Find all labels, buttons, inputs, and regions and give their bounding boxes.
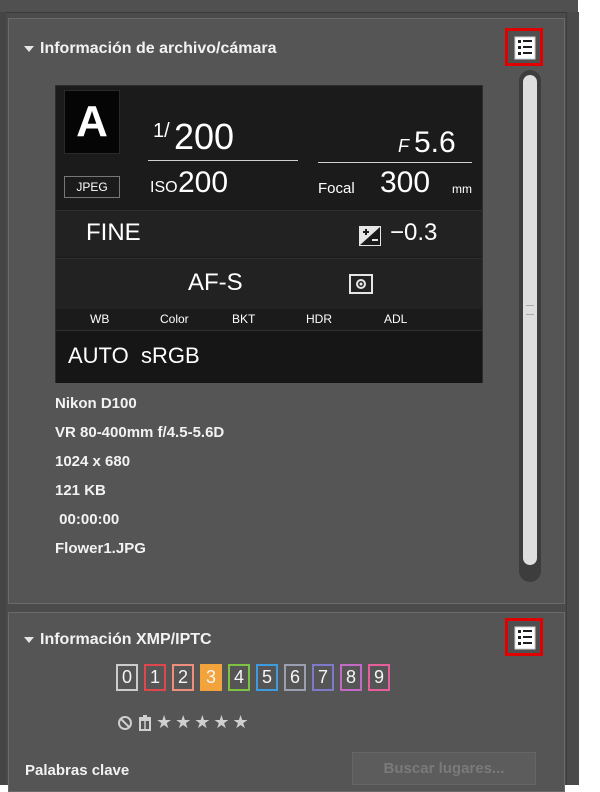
scrollbar-thumb[interactable] [523, 75, 537, 565]
focus-mode: AF-S [188, 269, 243, 296]
camera-model: Nikon D100 [55, 395, 137, 412]
panel-detail-button[interactable] [505, 618, 543, 656]
frame-top-bar [0, 0, 578, 13]
focal-unit: mm [452, 182, 472, 196]
color-space-value: sRGB [141, 343, 200, 368]
reject-trash-icon[interactable] [138, 715, 152, 731]
lens-info: VR 80-400mm f/4.5-5.6D [55, 424, 225, 441]
exposure-compensation-icon [359, 226, 381, 246]
label-8[interactable]: 8 [340, 664, 362, 691]
label-9[interactable]: 9 [368, 664, 390, 691]
scrollbar-grip [526, 305, 534, 315]
label-5[interactable]: 5 [256, 664, 278, 691]
frame-left-edge [0, 12, 6, 785]
label-1[interactable]: 1 [144, 664, 166, 691]
image-quality: FINE [86, 219, 141, 246]
no-rating-icon[interactable] [117, 715, 133, 731]
focus-row [56, 258, 482, 309]
file-camera-panel-title[interactable]: Información de archivo/cámara [40, 40, 277, 58]
exposure-compensation-value: −0.3 [390, 219, 438, 246]
collapse-triangle-icon[interactable] [24, 46, 34, 52]
wb-label: WB [90, 312, 110, 326]
image-dimensions: 1024 x 680 [55, 453, 131, 470]
panel-scrollbar[interactable] [519, 70, 541, 582]
app-frame: Información de archivo/cámara A 1/ 200 F… [0, 0, 579, 792]
bkt-label: BKT [232, 312, 256, 326]
exposure-mode: A [64, 90, 120, 154]
frame-right-edge [566, 12, 579, 785]
file-size: 121 KB [55, 482, 106, 499]
aperture-underline [318, 162, 472, 163]
label-2[interactable]: 2 [172, 664, 194, 691]
image-format-badge: JPEG [64, 176, 120, 198]
label-3-selected[interactable]: 3 [200, 664, 222, 691]
keywords-label: Palabras clave [25, 762, 130, 779]
focal-label: Focal [318, 180, 355, 197]
label-4[interactable]: 4 [228, 664, 250, 691]
camera-info-display: A 1/ 200 F 5.6 JPEG ISO 200 Focal 300 mm… [55, 85, 483, 383]
label-7[interactable]: 7 [312, 664, 334, 691]
xmp-iptc-panel-title[interactable]: Información XMP/IPTC [40, 631, 212, 649]
metering-mode-icon [349, 274, 373, 294]
document-list-icon [514, 626, 536, 650]
color-label: Color [160, 312, 189, 326]
rating-stars[interactable]: ★★★★★ [156, 712, 252, 733]
aperture-prefix: F [398, 136, 409, 156]
shutter-prefix: 1/ [153, 120, 170, 142]
label-0[interactable]: 0 [116, 664, 138, 691]
document-list-icon [514, 36, 536, 60]
panel-detail-button[interactable] [505, 28, 543, 66]
adl-label: ADL [384, 312, 408, 326]
focal-length: 300 [380, 166, 431, 199]
search-places-button[interactable]: Buscar lugares... [352, 752, 536, 785]
iso-value: 200 [178, 166, 229, 199]
aperture-value: 5.6 [414, 126, 456, 159]
label-6[interactable]: 6 [284, 664, 306, 691]
collapse-triangle-icon[interactable] [24, 637, 34, 643]
file-name: Flower1.JPG [55, 540, 146, 557]
shutter-speed: 200 [174, 116, 235, 157]
hdr-label: HDR [306, 312, 332, 326]
white-balance-value: AUTO [68, 343, 129, 368]
iso-label: ISO [150, 179, 178, 196]
capture-time: 00:00:00 [55, 511, 120, 528]
shutter-underline [148, 160, 298, 161]
